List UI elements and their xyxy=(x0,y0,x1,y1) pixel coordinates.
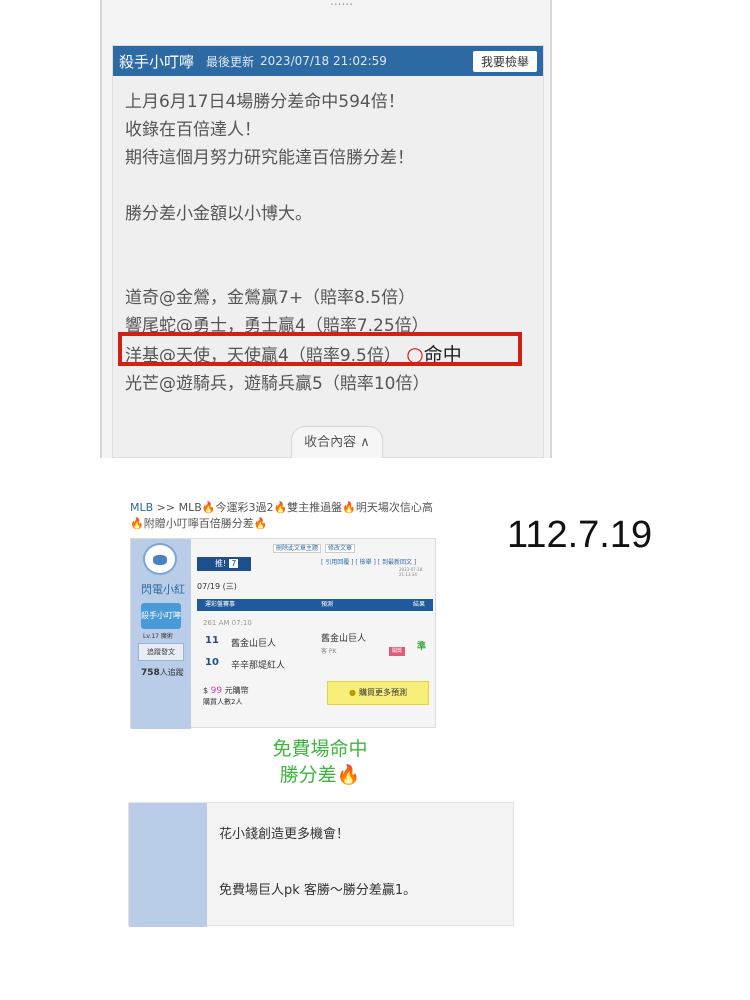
followers-count: 758人追蹤 xyxy=(141,668,184,678)
result-badge: 準 xyxy=(417,642,427,652)
collapse-button[interactable]: 收合內容 ∧ xyxy=(291,426,383,458)
free-hit-line1: 免費場命中 xyxy=(272,738,368,760)
team-number: 10 xyxy=(205,657,219,668)
thread-panel: 閃電小紅 殺手小叮嚀 Lv.17 魔術 追蹤發文 758人追蹤 刪除此文章主題 … xyxy=(130,538,436,729)
comment-line: 花小錢創造更多機會！ xyxy=(219,827,350,842)
thread-screenshot: MLB >> MLB🔥今運彩3過2🔥雙主推過盤🔥明天場次信心高🔥附贈小叮嚀百倍勝… xyxy=(130,500,436,730)
buy-more-button[interactable]: ● 購買更多預測 xyxy=(327,681,429,705)
edit-thread-link[interactable]: 修改文章 xyxy=(324,544,355,553)
date-caption: 112.7.19 xyxy=(507,514,653,556)
user-sidebar: 閃電小紅 殺手小叮嚀 Lv.17 魔術 追蹤發文 758人追蹤 xyxy=(131,539,191,729)
post-header: 殺手小叮嚀 最後更新 2023/07/18 21:02:59 我要檢舉 xyxy=(113,46,543,76)
free-hit-line2: 勝分差 xyxy=(279,764,337,786)
push-count: 7 xyxy=(229,559,239,568)
free-hit-caption: 免費場命中 勝分差🔥 xyxy=(130,736,510,788)
push-button[interactable]: 推! 7 xyxy=(197,557,251,571)
quote-links[interactable]: [ 引用回覆 ] [ 檢舉 ] [ 到最新回文 ] xyxy=(321,557,416,566)
team-name: 辛辛那堤紅人 xyxy=(231,661,286,671)
avatar[interactable] xyxy=(143,543,177,575)
comment-screenshot: 花小錢創造更多機會！ 免費場巨人pk 客勝～勝分差贏1。 xyxy=(128,802,514,927)
post-timestamp: 2023/07/18 21:02:59 xyxy=(260,54,387,68)
user-badge: 殺手小叮嚀 xyxy=(141,603,181,629)
post-line: 勝分差小金額以小博大。 xyxy=(125,204,312,224)
thread-title: MLB >> MLB🔥今運彩3過2🔥雙主推過盤🔥明天場次信心高🔥附贈小叮嚀百倍勝… xyxy=(130,500,436,532)
col-result: 結果 xyxy=(413,601,426,608)
predicted-line: 客 PK xyxy=(321,648,337,655)
col-prediction: 預測 xyxy=(321,601,334,608)
updated-label: 最後更新 xyxy=(206,54,255,69)
post-line: 收錄在百倍達人！ xyxy=(125,120,261,140)
post-line: 期待這個月努力研究能達百倍勝分差！ xyxy=(125,148,414,168)
post-author[interactable]: 殺手小叮嚀 xyxy=(119,51,194,72)
highlight-box xyxy=(118,332,522,366)
team-name: 舊金山巨人 xyxy=(231,639,277,649)
comment-sidebar xyxy=(129,803,207,927)
thread-timestamp: 2023-07-18 21:13:34 xyxy=(399,567,423,577)
delete-thread-link[interactable]: 刪除此文章主題 xyxy=(273,544,322,553)
table-header: 運彩盤賽事 預測 結果 xyxy=(197,599,433,611)
breadcrumb-separator: >> xyxy=(156,501,176,514)
fire-icon: 🔥 xyxy=(336,764,361,786)
clipped-text: ...... xyxy=(330,0,353,8)
comment-line: 免費場巨人pk 客勝～勝分差贏1。 xyxy=(219,883,417,898)
user-name[interactable]: 閃電小紅 xyxy=(141,581,185,597)
report-button[interactable]: 我要檢舉 xyxy=(472,50,537,72)
follow-button[interactable]: 追蹤發文 xyxy=(138,643,184,661)
thread-title-text: MLB🔥今運彩3過2🔥雙主推過盤🔥明天場次信心高🔥附贈小叮嚀百倍勝分差🔥 xyxy=(130,501,433,530)
predicted-team: 舊金山巨人 xyxy=(321,634,367,644)
coin-icon: ● xyxy=(349,688,356,697)
buyer-count: 購買人數2人 xyxy=(203,698,243,706)
post-card: 殺手小叮嚀 最後更新 2023/07/18 21:02:59 我要檢舉 上月6月… xyxy=(112,45,544,458)
team-number: 11 xyxy=(205,635,219,646)
post-screenshot: ...... 殺手小叮嚀 最後更新 2023/07/18 21:02:59 我要… xyxy=(100,0,552,458)
thread-actions: 刪除此文章主題 修改文章 xyxy=(271,543,355,553)
col-match: 運彩盤賽事 xyxy=(205,601,236,608)
post-line: 上月6月17日4場勝分差命中594倍！ xyxy=(125,92,405,112)
price: $ 99 元購幣 xyxy=(203,686,249,696)
prediction-tag: 開獎 xyxy=(389,647,405,656)
game-time: 261 AM 07:10 xyxy=(203,619,252,627)
comment-body: 花小錢創造更多機會！ 免費場巨人pk 客勝～勝分差贏1。 xyxy=(219,821,416,905)
game-date: 07/19 (三) xyxy=(197,582,237,591)
user-level: Lv.17 魔術 xyxy=(143,633,173,640)
breadcrumb-link[interactable]: MLB xyxy=(130,501,153,514)
post-line: 道奇@金鶯，金鶯贏7+（賠率8.5倍） xyxy=(125,288,416,308)
post-line: 光芒@遊騎兵，遊騎兵贏5（賠率10倍） xyxy=(125,374,430,394)
